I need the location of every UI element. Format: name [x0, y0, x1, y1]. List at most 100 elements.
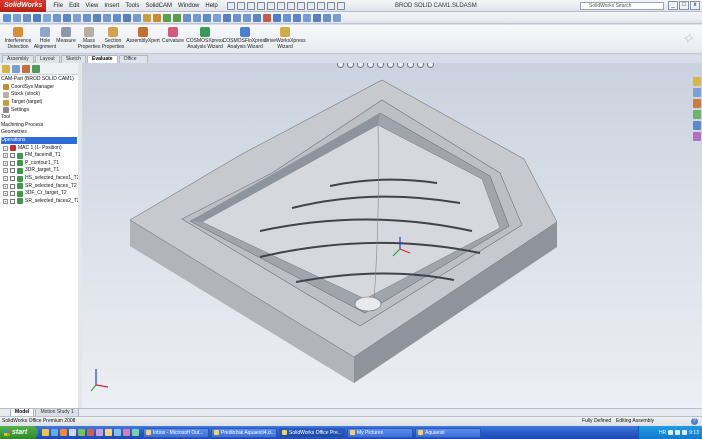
operation-checkbox[interactable] [10, 168, 15, 174]
mass-properties-button[interactable]: Mass Properties [78, 27, 100, 50]
antivirus-icon[interactable] [682, 430, 688, 435]
app-icon[interactable] [114, 429, 121, 436]
tree-item-cam-part[interactable]: CAM-Part (BROD SOLID CAM1) [1, 76, 77, 84]
display-style-icon[interactable] [316, 1, 325, 10]
tree-item-coordsys-manager[interactable]: CoordSys Manager [1, 84, 77, 92]
move-component-icon[interactable] [193, 13, 201, 22]
folder-icon[interactable] [42, 429, 49, 436]
app-icon[interactable] [123, 429, 130, 436]
open-icon[interactable] [236, 1, 245, 10]
options-icon[interactable] [296, 1, 305, 10]
operation-checkbox[interactable] [10, 183, 15, 189]
pan-icon[interactable] [303, 13, 311, 22]
app-icon[interactable] [96, 429, 103, 436]
cam-gcode-icon[interactable] [173, 13, 181, 22]
zoom-area-icon[interactable] [283, 13, 291, 22]
hide-show-icon[interactable] [336, 1, 345, 10]
menu-insert[interactable]: Insert [101, 0, 122, 12]
tab-office-products[interactable]: Office Products [118, 55, 149, 69]
menu-help[interactable]: Help [202, 0, 220, 12]
tree-item-operation[interactable]: + 3DR_target_T1 [1, 167, 77, 175]
view-palette-icon[interactable] [693, 121, 701, 130]
show-desktop-icon[interactable] [69, 429, 76, 436]
tree-item-operation[interactable]: + SR_selected_faces_T2 [1, 182, 77, 190]
select-icon[interactable] [276, 1, 285, 10]
app-icon[interactable] [78, 429, 85, 436]
solidworks-logo[interactable]: SolidWorks [0, 0, 47, 12]
configuration-manager-icon[interactable] [22, 65, 30, 73]
explode-icon[interactable] [213, 13, 221, 22]
feature-icon[interactable] [53, 13, 61, 22]
outlook-icon[interactable] [60, 429, 67, 436]
graphics-area[interactable] [82, 63, 702, 408]
tree-item-operation[interactable]: + 3DF_Cr_target_T2 [1, 190, 77, 198]
tree-item-mac1[interactable]: − MAC 1 (1- Position) [1, 144, 77, 152]
language-indicator[interactable]: HR [659, 430, 666, 436]
tree-item-geometries[interactable]: Geometries [1, 129, 77, 137]
maximize-button[interactable]: □ [679, 1, 689, 10]
menu-view[interactable]: View [82, 0, 101, 12]
reference-geometry-icon[interactable] [223, 13, 231, 22]
menu-solidcam[interactable]: SolidCAM [142, 0, 175, 12]
file-explorer-icon[interactable] [693, 99, 701, 108]
app-icon[interactable] [87, 429, 94, 436]
interference-icon[interactable] [263, 13, 271, 22]
tree-item-tool[interactable]: Tool [1, 114, 77, 122]
collapse-icon[interactable]: − [3, 145, 8, 151]
extrude-icon[interactable] [63, 13, 71, 22]
appearance-icon[interactable] [326, 1, 335, 10]
operation-checkbox[interactable] [10, 160, 15, 166]
tree-item-operation[interactable]: + HS_selected_faces1_T2 [1, 175, 79, 183]
search-input[interactable]: SolidWorks Search [580, 2, 664, 10]
measure-button[interactable]: Measure [56, 27, 76, 44]
expand-icon[interactable]: + [3, 160, 8, 166]
shower-tray-model[interactable] [82, 63, 702, 408]
cosmosfloxpress-button[interactable]: COSMOSFloXpress Analysis Wizard [223, 27, 267, 50]
menu-tools[interactable]: Tools [122, 0, 142, 12]
view-icon[interactable] [3, 13, 11, 22]
tab-assembly[interactable]: Assembly [2, 55, 34, 63]
search-icon[interactable] [693, 110, 701, 119]
axis-icon[interactable] [243, 13, 251, 22]
tree-item-machining-process[interactable]: Machining Process [1, 122, 77, 130]
start-button[interactable]: start [0, 426, 38, 439]
browser-icon[interactable] [51, 429, 58, 436]
revolve-icon[interactable] [73, 13, 81, 22]
driveworksxpress-button[interactable]: DriveWorksXpress Wizard [264, 27, 306, 50]
tree-item-operation[interactable]: + SR_selected_faces2_T2 [1, 198, 79, 206]
section-view-icon[interactable] [313, 13, 321, 22]
expand-icon[interactable]: + [3, 191, 8, 197]
operation-checkbox[interactable] [10, 198, 15, 204]
task-word-document[interactable]: Predložak Aquaesti4.d... [211, 427, 277, 438]
tree-item-settings[interactable]: Settings [1, 106, 77, 114]
new-document-icon[interactable] [226, 1, 235, 10]
print-icon[interactable] [256, 1, 265, 10]
tree-item-operation[interactable]: + FM_facemill_T1 [1, 152, 77, 160]
chamfer-icon[interactable] [113, 13, 121, 22]
sketch-icon[interactable] [43, 13, 51, 22]
feature-manager-icon[interactable] [2, 65, 10, 73]
menu-file[interactable]: File [50, 0, 66, 12]
operation-checkbox[interactable] [10, 153, 15, 159]
coordinate-system-icon[interactable] [253, 13, 261, 22]
network-icon[interactable] [668, 430, 674, 435]
tab-layout[interactable]: Layout [34, 55, 60, 63]
cam-simulate-icon[interactable] [163, 13, 171, 22]
plane-icon[interactable] [233, 13, 241, 22]
volume-icon[interactable] [675, 430, 681, 435]
expand-icon[interactable]: + [3, 198, 8, 204]
fillet-icon[interactable] [103, 13, 111, 22]
cam-operation-icon[interactable] [153, 13, 161, 22]
mate-icon[interactable] [183, 13, 191, 22]
curvature-button[interactable]: Curvature [161, 27, 185, 44]
part-icon[interactable] [13, 13, 21, 22]
task-my-pictures[interactable]: My Pictures [347, 427, 413, 438]
rebuild-icon[interactable] [286, 1, 295, 10]
tree-item-target[interactable]: Target (target) [1, 99, 77, 107]
expand-icon[interactable]: + [3, 176, 8, 182]
assemblyxpert-button[interactable]: AssemblyXpert [126, 27, 160, 44]
pattern-icon[interactable] [133, 13, 141, 22]
tree-item-stock[interactable]: Stock (stock) [1, 91, 77, 99]
task-aquaesti[interactable]: Aquaesti [415, 427, 481, 438]
undo-icon[interactable] [266, 1, 275, 10]
